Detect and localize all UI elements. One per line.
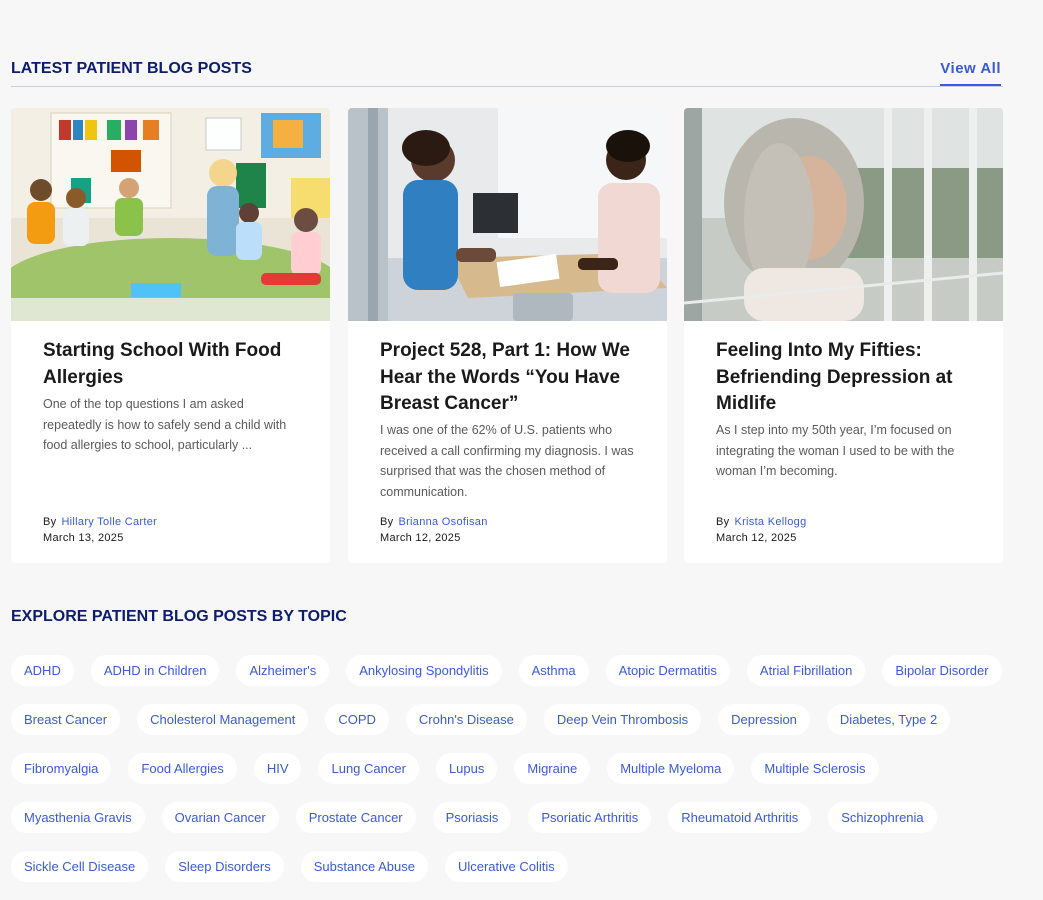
blog-card-fifties-depression[interactable]: Feeling Into My Fifties: Befriending Dep… (684, 108, 1003, 563)
topic-chip[interactable]: Ovarian Cancer (161, 802, 279, 833)
topic-chip[interactable]: ADHD (11, 655, 74, 686)
topic-row: ADHD ADHD in Children Alzheimer's Ankylosin… (11, 655, 1031, 686)
topic-chip[interactable]: HIV (253, 753, 302, 784)
by-label: By (716, 516, 730, 528)
topic-row: Sickle Cell Disease Sleep Disorders Substa… (11, 851, 1031, 882)
topic-chip[interactable]: Fibromyalgia (11, 753, 112, 784)
card-meta: By Brianna Osofisan March 12, 2025 (380, 516, 488, 544)
post-date: March 12, 2025 (380, 532, 461, 544)
card-image-window-portrait[interactable] (684, 108, 1003, 321)
card-title[interactable]: Starting School With Food Allergies (43, 338, 305, 391)
card-image-classroom[interactable] (11, 108, 330, 321)
topic-chip[interactable]: Substance Abuse (300, 851, 428, 882)
author-link[interactable]: Krista Kellogg (734, 516, 806, 528)
topic-row: Myasthenia Gravis Ovarian Cancer Prostate … (11, 802, 1031, 833)
view-all-link[interactable]: View All (940, 60, 1001, 86)
topic-chip[interactable]: Atopic Dermatitis (605, 655, 730, 686)
topic-chips: ADHD ADHD in Children Alzheimer's Ankylosin… (11, 655, 1031, 900)
topic-chip[interactable]: Sleep Disorders (165, 851, 284, 882)
topic-chip[interactable]: Ankylosing Spondylitis (346, 655, 502, 686)
by-label: By (380, 516, 394, 528)
author-link[interactable]: Hillary Tolle Carter (61, 516, 157, 528)
topic-chip[interactable]: Diabetes, Type 2 (826, 704, 951, 735)
topic-chip[interactable]: Ulcerative Colitis (444, 851, 568, 882)
card-title[interactable]: Project 528, Part 1: How We Hear the Wor… (380, 338, 642, 418)
topic-chip[interactable]: Asthma (518, 655, 589, 686)
topic-chip[interactable]: Bipolar Disorder (882, 655, 1002, 686)
card-title[interactable]: Feeling Into My Fifties: Befriending Dep… (716, 338, 978, 418)
topic-chip[interactable]: ADHD in Children (90, 655, 220, 686)
post-date: March 12, 2025 (716, 532, 797, 544)
card-meta: By Krista Kellogg March 12, 2025 (716, 516, 807, 544)
by-label: By (43, 516, 57, 528)
topic-chip[interactable]: Sickle Cell Disease (11, 851, 149, 882)
topic-chip[interactable]: Deep Vein Thrombosis (543, 704, 702, 735)
topic-chip[interactable]: Multiple Myeloma (607, 753, 735, 784)
topic-chip[interactable]: Breast Cancer (11, 704, 121, 735)
topic-chip[interactable]: Multiple Sclerosis (751, 753, 879, 784)
topic-chip[interactable]: Atrial Fibrillation (746, 655, 866, 686)
topic-chip[interactable]: Crohn's Disease (405, 704, 527, 735)
card-meta: By Hillary Tolle Carter March 13, 2025 (43, 516, 157, 544)
card-excerpt: One of the top questions I am asked repe… (43, 397, 287, 452)
post-date: March 13, 2025 (43, 532, 124, 544)
latest-posts-header: LATEST PATIENT BLOG POSTS View All (11, 56, 1003, 87)
topic-chip[interactable]: COPD (325, 704, 389, 735)
topic-chip[interactable]: Lupus (435, 753, 498, 784)
author-link[interactable]: Brianna Osofisan (398, 516, 487, 528)
topic-chip[interactable]: Alzheimer's (236, 655, 330, 686)
top-link-fragment (60, 0, 100, 2)
topic-chip[interactable]: Migraine (514, 753, 591, 784)
card-image-clinic[interactable] (348, 108, 667, 321)
topic-chip[interactable]: Food Allergies (128, 753, 237, 784)
blog-post-cards: Starting School With Food Allergies One … (11, 108, 1003, 563)
topic-chip[interactable]: Myasthenia Gravis (11, 802, 145, 833)
topic-row: Breast Cancer Cholesterol Management COPD C… (11, 704, 1031, 735)
topic-chip[interactable]: Cholesterol Management (137, 704, 309, 735)
blog-card-food-allergies[interactable]: Starting School With Food Allergies One … (11, 108, 330, 563)
card-excerpt: I was one of the 62% of U.S. patients wh… (380, 423, 634, 499)
latest-posts-title: LATEST PATIENT BLOG POSTS (11, 60, 252, 77)
card-excerpt: As I step into my 50th year, I’m focused… (716, 423, 955, 478)
blog-card-project-528[interactable]: Project 528, Part 1: How We Hear the Wor… (348, 108, 667, 563)
topic-chip[interactable]: Lung Cancer (318, 753, 419, 784)
topic-chip[interactable]: Schizophrenia (828, 802, 937, 833)
topics-title: EXPLORE PATIENT BLOG POSTS BY TOPIC (11, 608, 347, 625)
topic-chip[interactable]: Psoriasis (432, 802, 512, 833)
topic-chip[interactable]: Depression (718, 704, 810, 735)
topic-row: Fibromyalgia Food Allergies HIV Lung Cancer… (11, 753, 1031, 784)
topic-chip[interactable]: Rheumatoid Arthritis (668, 802, 812, 833)
topic-chip[interactable]: Psoriatic Arthritis (528, 802, 652, 833)
topic-chip[interactable]: Prostate Cancer (295, 802, 416, 833)
